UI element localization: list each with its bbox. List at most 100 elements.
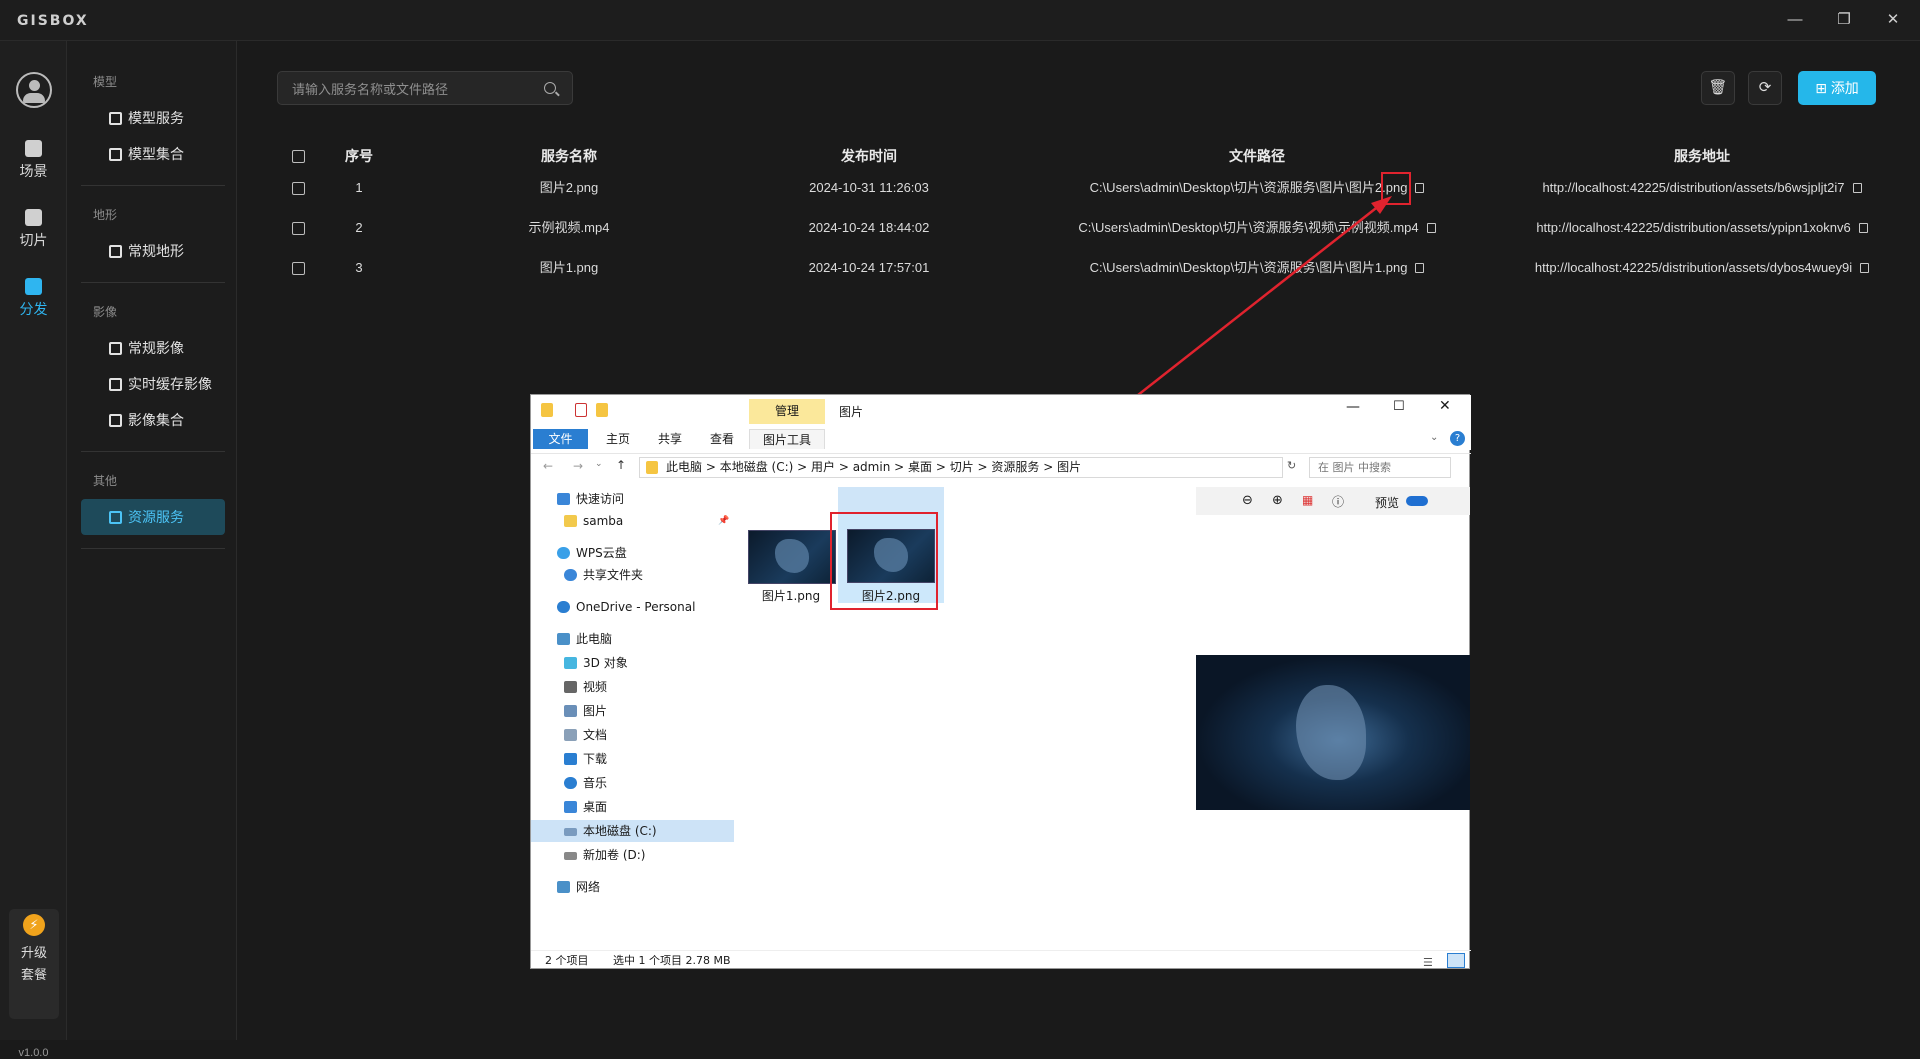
back-icon[interactable]: ← — [543, 459, 553, 473]
navigation-pane: 快速访问 samba 📌 WPS云盘 共享文件夹 OneDrive - Perso… — [531, 487, 734, 932]
explorer-ribbon: 管理 图片 — ☐ ✕ 文件 主页 共享 查看 图片工具 ⌄ ? — [531, 395, 1471, 450]
nav-label: 下载 — [583, 752, 608, 766]
nav-label: 新加卷 (D:) — [583, 848, 646, 862]
nav-label: 文档 — [583, 728, 608, 742]
nav-item[interactable]: 视频 — [531, 676, 734, 698]
arrow-head — [1371, 196, 1392, 214]
breadcrumb-item[interactable]: 此电脑 — [666, 460, 702, 474]
nav-item[interactable]: 下载 — [531, 748, 734, 770]
desktop-icon — [564, 801, 577, 813]
image-thumbnail — [748, 530, 836, 584]
properties-icon[interactable] — [575, 403, 587, 417]
nav-label: 本地磁盘 (C:) — [583, 824, 657, 838]
tab-share[interactable]: 共享 — [645, 429, 695, 449]
maximize-icon[interactable]: ☐ — [1393, 399, 1405, 414]
nav-item[interactable]: samba 📌 — [531, 510, 734, 532]
file-list: 图片1.png 图片2.png — [735, 487, 1195, 937]
nav-item[interactable]: 此电脑 — [531, 628, 734, 650]
tab-view[interactable]: 查看 — [697, 429, 747, 449]
nav-item[interactable]: 新加卷 (D:) — [531, 844, 734, 866]
status-bar: 2 个项目 选中 1 个项目 2.78 MB ☰ — [531, 950, 1471, 970]
document-icon — [564, 729, 577, 741]
zoom-out-icon[interactable]: ⊖ — [1242, 493, 1253, 508]
nav-item[interactable]: 共享文件夹 — [531, 564, 734, 586]
preview-label: 预览 — [1375, 496, 1400, 510]
new-folder-icon[interactable] — [596, 403, 608, 417]
nav-label: 图片 — [583, 704, 608, 718]
details-view-icon[interactable]: ☰ — [1423, 953, 1433, 973]
music-icon — [564, 777, 577, 789]
breadcrumb-item[interactable]: admin — [853, 460, 891, 474]
nav-label: 共享文件夹 — [583, 568, 644, 582]
onedrive-icon — [557, 601, 570, 613]
breadcrumb-item[interactable]: 本地磁盘 (C:) — [720, 460, 794, 474]
drive-icon — [564, 852, 577, 860]
grid-icon[interactable]: ▦ — [1302, 493, 1313, 507]
network-icon — [557, 881, 570, 893]
zoom-in-icon[interactable]: ⊕ — [1272, 493, 1283, 508]
highlight-box — [830, 512, 938, 610]
nav-label: WPS云盘 — [576, 546, 627, 560]
breadcrumb-item[interactable]: 资源服务 — [991, 460, 1039, 474]
star-icon — [557, 493, 570, 505]
breadcrumb-item[interactable]: 切片 — [950, 460, 974, 474]
nav-item[interactable]: OneDrive - Personal — [531, 596, 734, 618]
preview-toggle[interactable] — [1406, 496, 1428, 506]
folder-icon — [541, 403, 553, 417]
nav-item[interactable]: 文档 — [531, 724, 734, 746]
large-icons-view-icon[interactable] — [1447, 953, 1465, 968]
preview-toolbar: ⊖ ⊕ ▦ ⓘ 预览 — [1196, 487, 1470, 515]
nav-item[interactable]: 桌面 — [531, 796, 734, 818]
selection-header — [838, 487, 944, 510]
breadcrumb-item[interactable]: 桌面 — [908, 460, 932, 474]
address-bar[interactable]: 此电脑 > 本地磁盘 (C:) > 用户 > admin > 桌面 > 切片 >… — [639, 457, 1283, 478]
item-count: 2 个项目 — [545, 954, 589, 967]
drive-icon — [564, 828, 577, 836]
breadcrumb-item[interactable]: 图片 — [1057, 460, 1081, 474]
cube-icon — [564, 657, 577, 669]
version-label: v1.0.0 — [18, 1047, 49, 1059]
nav-label: samba — [583, 514, 624, 528]
pin-icon: 📌 — [718, 516, 730, 526]
folder-icon — [646, 461, 658, 474]
nav-item[interactable]: 网络 — [531, 876, 734, 898]
nav-item[interactable]: 图片 — [531, 700, 734, 722]
nav-item[interactable]: 音乐 — [531, 772, 734, 794]
tab-file[interactable]: 文件 — [533, 429, 588, 449]
close-icon[interactable]: ✕ — [1439, 398, 1451, 414]
chevron-down-icon[interactable]: ⌄ — [1430, 432, 1438, 443]
nav-label: OneDrive - Personal — [576, 600, 696, 614]
nav-label: 桌面 — [583, 800, 608, 814]
nav-label: 视频 — [583, 680, 608, 694]
nav-label: 音乐 — [583, 776, 608, 790]
context-group-manage: 管理 — [749, 399, 825, 424]
help-icon[interactable]: ⓘ — [1332, 493, 1344, 510]
chevron-down-icon[interactable]: ⌄ — [595, 459, 603, 469]
explorer-search-input[interactable]: 在 图片 中搜索 — [1309, 457, 1451, 478]
tab-home[interactable]: 主页 — [593, 429, 643, 449]
image-preview — [1196, 655, 1470, 810]
computer-icon — [557, 633, 570, 645]
selection-info: 选中 1 个项目 2.78 MB — [613, 954, 731, 967]
picture-icon — [564, 705, 577, 717]
refresh-icon[interactable]: ↻ — [1287, 459, 1296, 472]
nav-label: 快速访问 — [576, 492, 625, 506]
breadcrumb-item[interactable]: 用户 — [811, 460, 835, 474]
nav-item[interactable]: 3D 对象 — [531, 652, 734, 674]
nav-item[interactable]: 快速访问 — [531, 488, 734, 510]
tab-picture-tools[interactable]: 图片工具 — [749, 429, 825, 449]
up-icon[interactable]: ↑ — [616, 458, 626, 472]
nav-label: 此电脑 — [576, 632, 613, 646]
explorer-title: 图片 — [839, 405, 864, 419]
nav-label: 网络 — [576, 880, 601, 894]
minimize-icon[interactable]: — — [1346, 399, 1360, 415]
help-icon[interactable]: ? — [1450, 431, 1465, 446]
download-icon — [564, 753, 577, 765]
address-bar-row: ← → ⌄ ↑ 此电脑 > 本地磁盘 (C:) > 用户 > admin > 桌… — [531, 453, 1471, 481]
file-explorer-window: 管理 图片 — ☐ ✕ 文件 主页 共享 查看 图片工具 ⌄ ? ← → ⌄ ↑… — [530, 394, 1471, 970]
nav-item[interactable]: 本地磁盘 (C:) — [531, 820, 734, 842]
video-icon — [564, 681, 577, 693]
cloud-icon — [557, 547, 570, 559]
forward-icon[interactable]: → — [573, 459, 583, 473]
nav-item[interactable]: WPS云盘 — [531, 542, 734, 564]
